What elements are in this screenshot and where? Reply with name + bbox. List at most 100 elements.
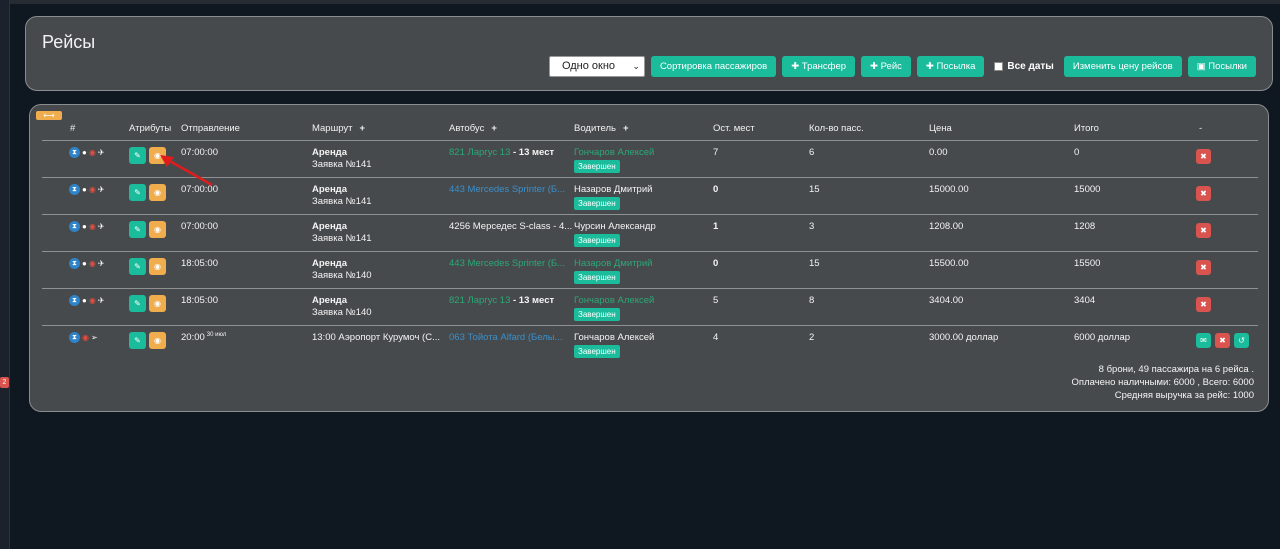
departure-time-value: 20:00 xyxy=(181,332,205,344)
restore-button[interactable]: ↺ xyxy=(1234,333,1249,348)
route-main: Аренда xyxy=(312,147,347,158)
bus-link[interactable]: 063 Тойота Alfard (Белы... xyxy=(449,332,563,343)
departure-time: 07:00:00 xyxy=(181,184,218,195)
row-attr-icons: ⧗ ● ◉ ✈ xyxy=(69,147,105,158)
delete-button[interactable]: ✖ xyxy=(1196,260,1211,275)
table-row[interactable]: ⧗ ● ◉ ✈ ✎ ◉ 07:00:00 Аренда Заявка №141 … xyxy=(42,214,1258,251)
bus-link[interactable]: 821 Ларгус 13 xyxy=(449,147,510,158)
eye-icon: ◉ xyxy=(88,148,96,157)
summary-bookings: 8 брони, 49 пассажира на 6 рейса . xyxy=(1098,364,1254,375)
comment-icon: ● xyxy=(82,222,87,231)
price: 15000.00 xyxy=(929,184,969,195)
table-row[interactable]: ⧗ ● ◉ ✈ ✎ ◉ 18:05:00 Аренда Заявка №140 … xyxy=(42,288,1258,325)
table-row[interactable]: ⧗ ● ◉ ✈ ✎ ◉ 07:00:00 Аренда Заявка №141 … xyxy=(42,177,1258,214)
driver-cell: Гончаров Алексей Завершен xyxy=(574,332,654,358)
table-row[interactable]: ⧗ ◉ ➢ ✎ ◉ 20:00 30 июл 13:00 Аэропорт Кур… xyxy=(42,325,1258,362)
bus-link[interactable]: 821 Ларгус 13 xyxy=(449,295,510,306)
delete-button[interactable]: ✖ xyxy=(1196,223,1211,238)
pass-count: 6 xyxy=(809,147,815,158)
sort-passengers-button[interactable]: Сортировка пассажиров xyxy=(650,56,777,77)
view-button[interactable]: ◉ xyxy=(149,295,166,312)
summary: 8 брони, 49 пассажира на 6 рейса . Оплач… xyxy=(1072,363,1254,402)
row-attr-icons: ⧗ ● ◉ ✈ xyxy=(69,221,105,232)
col-seats-left: Ост. мест xyxy=(713,123,755,134)
edit-button[interactable]: ✎ xyxy=(129,147,146,164)
delete-button[interactable]: ✖ xyxy=(1196,186,1211,201)
mail-button[interactable]: ✉ xyxy=(1196,333,1211,348)
table-row[interactable]: ⧗ ● ◉ ✈ ✎ ◉ 07:00:00 Аренда Заявка №141 … xyxy=(42,140,1258,177)
add-parcel-button[interactable]: ✚ Посылка xyxy=(916,56,985,77)
view-button[interactable]: ◉ xyxy=(149,184,166,201)
seats-left: 7 xyxy=(713,147,719,158)
window-mode-select[interactable]: Одно окно ⌄ xyxy=(548,56,645,77)
top-bar xyxy=(0,0,1280,4)
driver-link[interactable]: Гончаров Алексей xyxy=(574,147,654,159)
route-sub: Заявка №140 xyxy=(312,307,372,318)
route-cell: Аренда Заявка №141 xyxy=(312,221,372,245)
bus-cell: 821 Ларгус 13 - 13 мест xyxy=(449,295,554,306)
add-bus-icon[interactable]: + xyxy=(491,123,497,134)
edit-button[interactable]: ✎ xyxy=(129,258,146,275)
row-attr-icons: ⧗ ● ◉ ✈ xyxy=(69,295,105,306)
hourglass-icon: ⧗ xyxy=(69,147,80,158)
eye-icon: ◉ xyxy=(88,222,96,231)
eye-icon: ◉ xyxy=(82,333,89,342)
edit-button[interactable]: ✎ xyxy=(129,184,146,201)
col-pass-count: Кол-во пасс. xyxy=(809,123,864,134)
driver-link[interactable]: Гончаров Алексей xyxy=(574,295,654,307)
all-dates-checkbox[interactable]: Все даты xyxy=(990,61,1057,72)
price: 1208.00 xyxy=(929,221,964,232)
view-button[interactable]: ◉ xyxy=(149,332,166,349)
seats-left: 4 xyxy=(713,332,719,343)
bus-cell: 4256 Мерседес S-class - 4... xyxy=(449,221,572,232)
side-notification-badge[interactable]: 2 xyxy=(0,377,9,388)
delete-button[interactable]: ✖ xyxy=(1215,333,1230,348)
page-title: Рейсы xyxy=(42,32,96,52)
expand-toggle-button[interactable]: ⟷ xyxy=(36,111,62,120)
status-badge: Завершен xyxy=(574,308,620,321)
delete-button[interactable]: ✖ xyxy=(1196,149,1211,164)
summary-paid: Оплачено наличными: 6000 , Всего: 6000 xyxy=(1071,377,1254,388)
plane-icon: ✈ xyxy=(97,259,105,268)
delete-button[interactable]: ✖ xyxy=(1196,297,1211,312)
comment-icon: ● xyxy=(82,148,87,157)
col-num: # xyxy=(70,123,76,134)
bus-link[interactable]: 443 Mercedes Sprinter (Б... xyxy=(449,184,565,195)
checkbox-box[interactable] xyxy=(994,62,1004,71)
change-price-button[interactable]: Изменить цену рейсов xyxy=(1063,56,1182,77)
col-bus-label: Автобус xyxy=(449,123,485,134)
eye-icon: ◉ xyxy=(88,296,96,305)
driver-cell: Гончаров Алексей Завершен xyxy=(574,295,654,321)
departure-time: 18:05:00 xyxy=(181,258,218,269)
bus-link[interactable]: 443 Mercedes Sprinter (Б... xyxy=(449,258,565,269)
view-button[interactable]: ◉ xyxy=(149,147,166,164)
total: 6000 доллар xyxy=(1074,332,1131,343)
col-price: Цена xyxy=(929,123,952,134)
parcels-button[interactable]: ▣ Посылки xyxy=(1187,56,1256,77)
driver-link[interactable]: Назаров Дмитрий xyxy=(574,258,652,270)
plane-icon: ✈ xyxy=(97,148,105,157)
pass-count: 2 xyxy=(809,332,815,343)
all-dates-label: Все даты xyxy=(1007,61,1054,72)
departure-time: 07:00:00 xyxy=(181,147,218,158)
col-actions: - xyxy=(1199,123,1203,134)
pass-count: 8 xyxy=(809,295,815,306)
plane-icon: ✈ xyxy=(97,185,105,194)
edit-button[interactable]: ✎ xyxy=(129,295,146,312)
bus-cell: 821 Ларгус 13 - 13 мест xyxy=(449,147,554,158)
edit-button[interactable]: ✎ xyxy=(129,221,146,238)
row-attr-icons: ⧗ ● ◉ ✈ xyxy=(69,184,105,195)
departure-date-sup: 30 июл xyxy=(206,332,227,338)
add-trip-button[interactable]: ✚ Рейс xyxy=(861,56,911,77)
add-route-icon[interactable]: + xyxy=(360,123,366,134)
view-button[interactable]: ◉ xyxy=(149,258,166,275)
view-button[interactable]: ◉ xyxy=(149,221,166,238)
add-transfer-button[interactable]: ✚ Трансфер xyxy=(782,56,856,77)
hourglass-icon: ⧗ xyxy=(69,184,80,195)
driver-cell: Чурсин Александр Завершен xyxy=(574,221,656,247)
table-row[interactable]: ⧗ ● ◉ ✈ ✎ ◉ 18:05:00 Аренда Заявка №140 … xyxy=(42,251,1258,288)
edit-button[interactable]: ✎ xyxy=(129,332,146,349)
route-main: 13:00 Аэропорт Курумоч (С... xyxy=(312,332,440,343)
add-driver-icon[interactable]: + xyxy=(623,123,629,134)
route-main: Аренда xyxy=(312,258,347,269)
